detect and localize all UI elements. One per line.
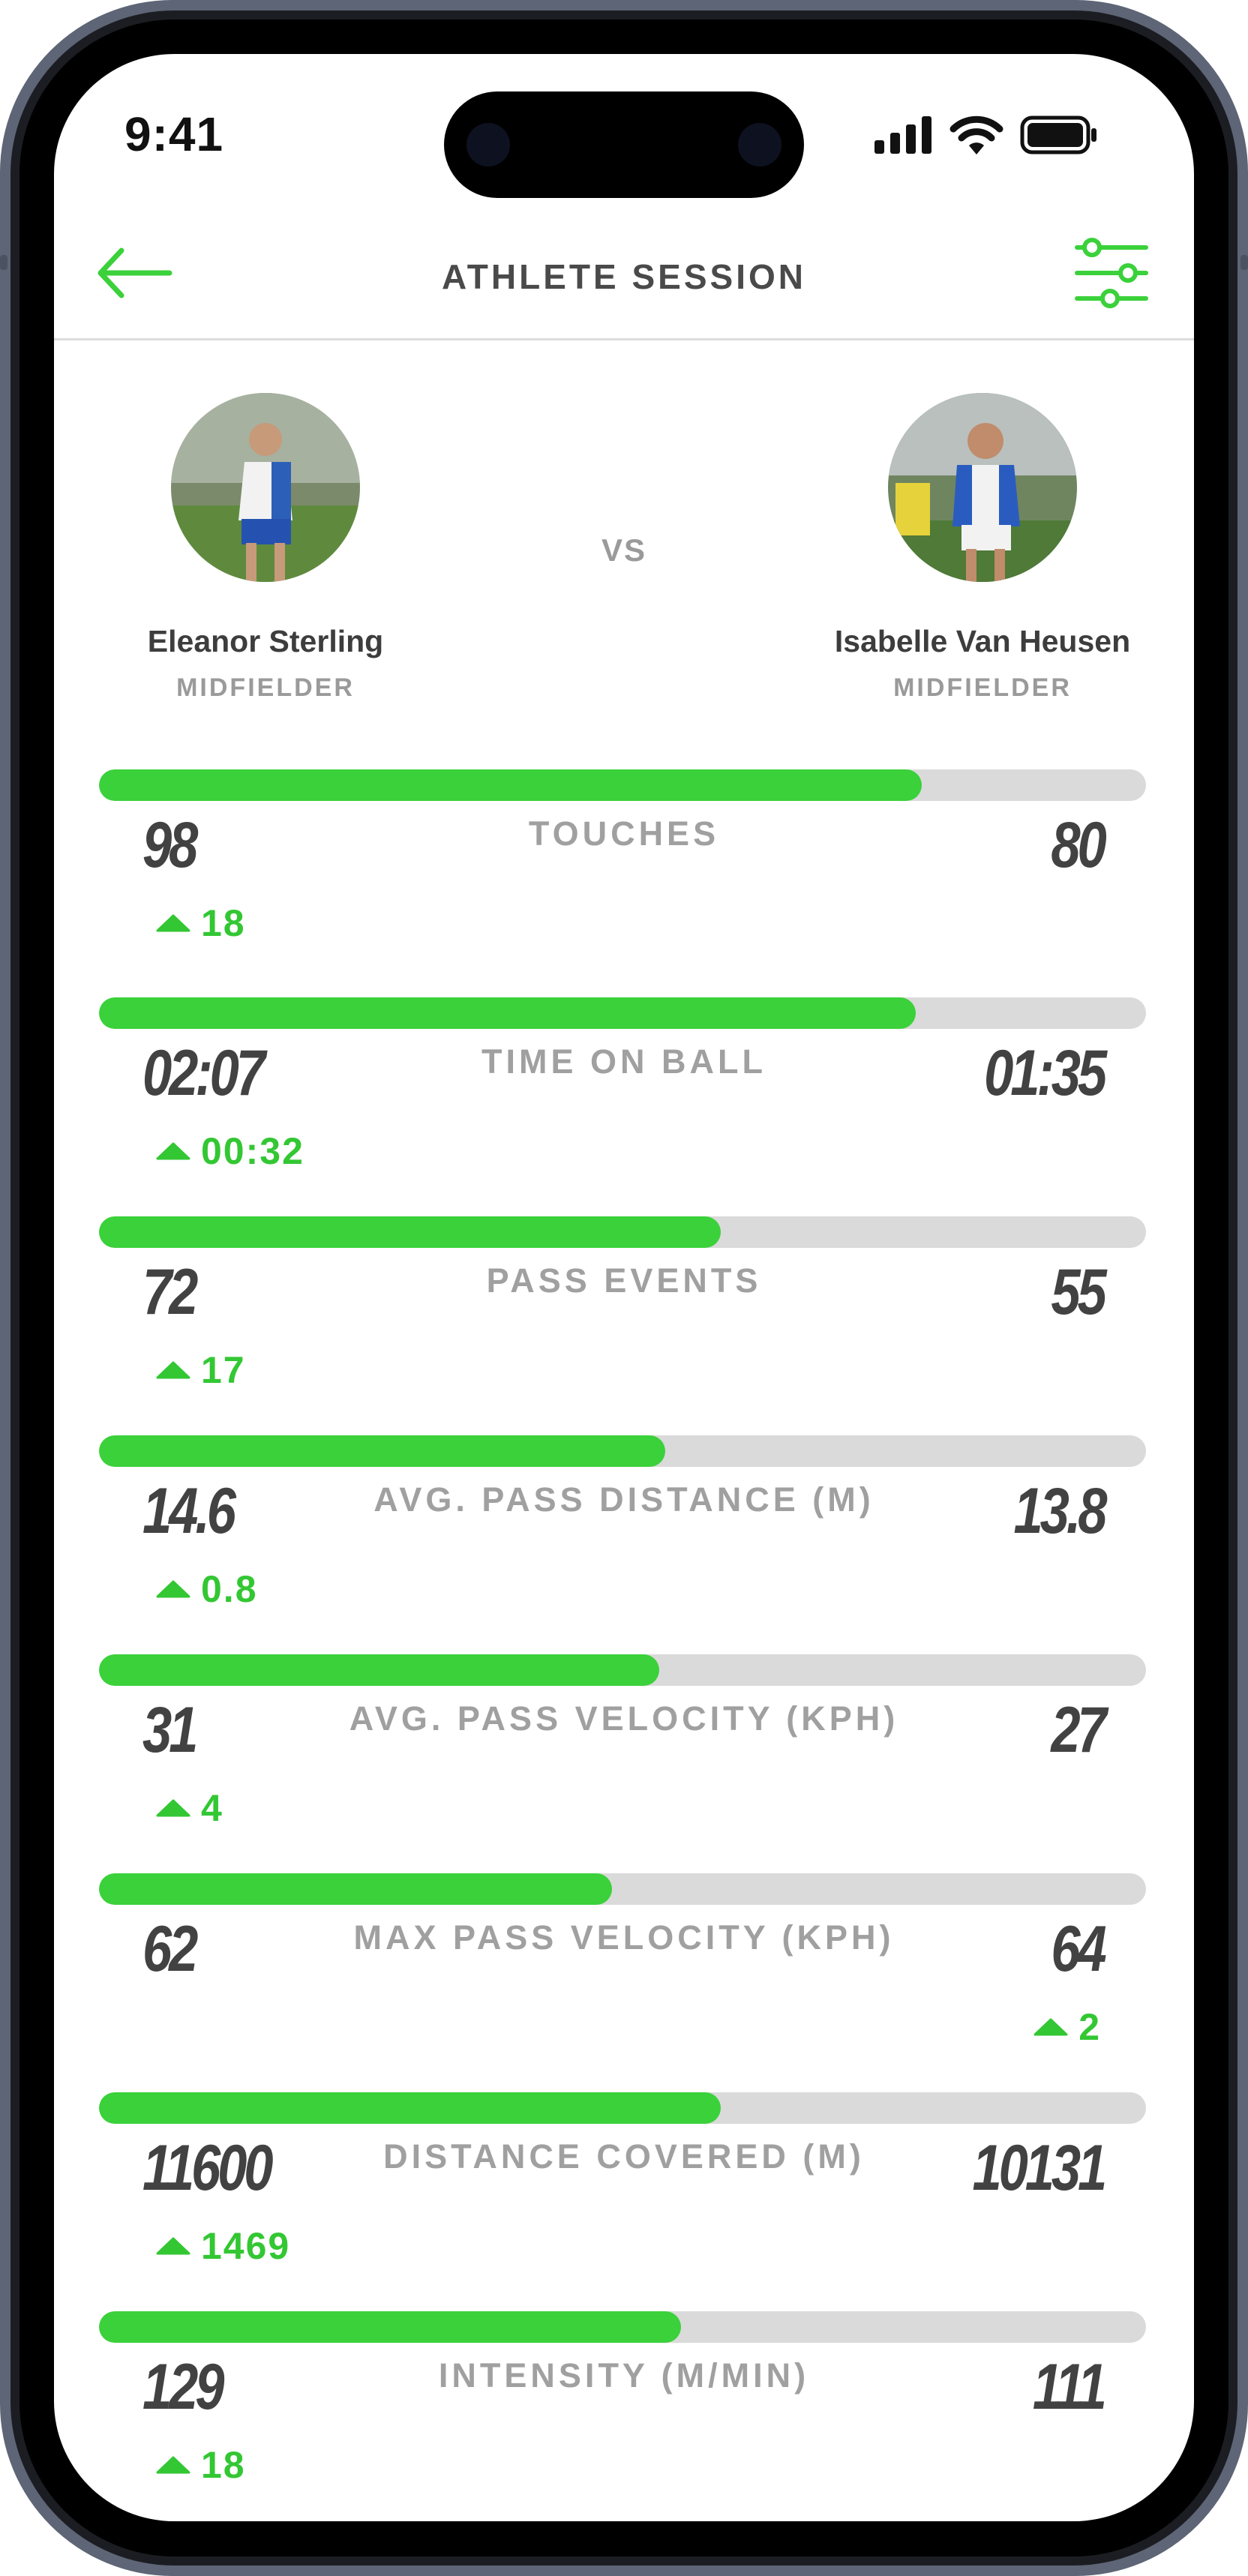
metric-delta-value: 2 xyxy=(1078,2006,1101,2048)
player-name-right: Isabelle Van Heusen xyxy=(834,624,1131,658)
sensor-icon xyxy=(738,123,782,166)
metric-label: INTENSITY (M/MIN) xyxy=(438,2356,810,2395)
metric-value-right: 55 xyxy=(1051,1256,1107,1328)
triangle-up-icon xyxy=(156,914,190,932)
avatar-right[interactable] xyxy=(888,393,1077,582)
comparison-bar-track xyxy=(99,1216,1146,1248)
comparison-bar-fill xyxy=(99,769,922,801)
metric-row: TIME ON BALL 02:07 01:35 00:32 xyxy=(0,997,1248,1207)
comparison-bar-fill xyxy=(99,1435,665,1467)
metric-delta-value: 00:32 xyxy=(201,1130,304,1172)
signal-icon xyxy=(874,116,932,154)
metric-delta-value: 0.8 xyxy=(201,1568,258,1610)
comparison-bar-track xyxy=(99,769,1146,801)
metric-row: TOUCHES 98 80 18 xyxy=(0,769,1248,979)
metric-label: PASS EVENTS xyxy=(486,1261,762,1300)
metric-value-left: 02:07 xyxy=(142,1037,266,1109)
metric-label: MAX PASS VELOCITY (KPH) xyxy=(353,1918,895,1957)
battery-icon xyxy=(1020,115,1096,154)
comparison-bar-fill xyxy=(99,1873,612,1905)
metric-delta-value: 4 xyxy=(201,1787,224,1829)
metric-value-right: 111 xyxy=(1033,2351,1107,2423)
metric-value-right: 80 xyxy=(1051,809,1107,881)
metric-value-right: 01:35 xyxy=(984,1037,1107,1109)
metric-label: AVG. PASS VELOCITY (KPH) xyxy=(349,1699,899,1738)
metric-delta-value: 1469 xyxy=(201,2225,291,2267)
metric-delta: 2 xyxy=(1034,2005,1101,2049)
metric-value-left: 98 xyxy=(142,809,198,881)
metric-row: DISTANCE COVERED (M) 11600 10131 1469 xyxy=(0,2092,1248,2302)
triangle-up-icon xyxy=(1034,2018,1068,2036)
metric-value-left: 31 xyxy=(142,1694,198,1766)
comparison-bar-fill xyxy=(99,1654,659,1686)
metric-value-left: 11600 xyxy=(142,2132,273,2204)
comparison-bar-fill xyxy=(99,997,916,1029)
comparison-bar-fill xyxy=(99,2311,681,2343)
comparison-bar-track xyxy=(99,997,1146,1029)
status-time: 9:41 xyxy=(124,107,224,161)
comparison-bar-track xyxy=(99,2311,1146,2343)
metric-row: AVG. PASS DISTANCE (M) 14.6 13.8 0.8 xyxy=(0,1435,1248,1645)
player-name-left: Eleanor Sterling xyxy=(147,624,384,658)
filter-button[interactable] xyxy=(1074,234,1149,312)
triangle-up-icon xyxy=(156,1580,190,1598)
metric-row: INTENSITY (M/MIN) 129 111 18 xyxy=(0,2311,1248,2521)
nav-divider xyxy=(54,338,1194,340)
metric-delta-value: 18 xyxy=(201,2444,246,2486)
metric-delta: 4 xyxy=(156,1786,224,1830)
metric-delta: 00:32 xyxy=(156,1129,304,1173)
player-position-left: MIDFIELDER xyxy=(176,673,355,702)
dynamic-island xyxy=(444,91,804,198)
comparison-bar-track xyxy=(99,1873,1146,1905)
camera-icon xyxy=(466,123,510,166)
triangle-up-icon xyxy=(156,1361,190,1379)
metric-value-left: 129 xyxy=(142,2351,224,2423)
triangle-up-icon xyxy=(156,1142,190,1160)
status-icons xyxy=(874,115,1098,154)
metric-row: PASS EVENTS 72 55 17 xyxy=(0,1216,1248,1426)
metric-delta: 17 xyxy=(156,1348,246,1392)
comparison-bar-track xyxy=(99,1654,1146,1686)
comparison-bar-track xyxy=(99,2092,1146,2124)
triangle-up-icon xyxy=(156,2456,190,2474)
metric-row: MAX PASS VELOCITY (KPH) 62 64 2 xyxy=(0,1873,1248,2083)
metric-delta: 0.8 xyxy=(156,1567,258,1611)
metric-value-left: 14.6 xyxy=(142,1475,236,1547)
avatar-left[interactable] xyxy=(171,393,360,582)
metric-value-right: 64 xyxy=(1051,1913,1107,1985)
metric-delta: 1469 xyxy=(156,2224,290,2268)
metric-value-right: 10131 xyxy=(972,2132,1107,2204)
metric-value-left: 72 xyxy=(142,1256,198,1328)
metric-label: AVG. PASS DISTANCE (M) xyxy=(374,1480,874,1519)
metric-delta-value: 17 xyxy=(201,1349,246,1391)
wifi-icon xyxy=(950,115,1004,154)
metric-value-right: 13.8 xyxy=(1013,1475,1107,1547)
metric-delta: 18 xyxy=(156,2443,246,2487)
metric-label: TIME ON BALL xyxy=(482,1042,766,1081)
comparison-bar-track xyxy=(99,1435,1146,1467)
vs-label: VS xyxy=(601,532,647,568)
player-position-right: MIDFIELDER xyxy=(893,673,1072,702)
metric-label: DISTANCE COVERED (M) xyxy=(383,2137,865,2176)
triangle-up-icon xyxy=(156,2237,190,2255)
sliders-icon xyxy=(1075,238,1148,308)
metric-row: AVG. PASS VELOCITY (KPH) 31 27 4 xyxy=(0,1654,1248,1864)
page-title: ATHLETE SESSION xyxy=(442,257,806,296)
comparison-bar-fill xyxy=(99,2092,721,2124)
metric-delta: 18 xyxy=(156,901,246,945)
metric-value-left: 62 xyxy=(142,1913,198,1985)
metric-value-right: 27 xyxy=(1051,1694,1107,1766)
comparison-bar-fill xyxy=(99,1216,721,1248)
triangle-up-icon xyxy=(156,1799,190,1817)
metric-delta-value: 18 xyxy=(201,902,246,944)
metric-label: TOUCHES xyxy=(528,814,720,853)
